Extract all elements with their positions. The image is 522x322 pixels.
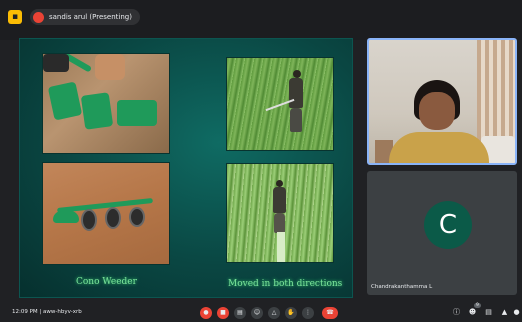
app-icon: ▪ [8,10,22,24]
present-icon[interactable]: △ [268,307,280,319]
slide-photo-cono-weeder [42,162,170,265]
video-tile-presenter[interactable] [367,38,517,165]
slide-caption-left: Cono Weeder [76,277,137,287]
bottom-bar: 12:09 PM | aww-hbyv-xrb ● ■ ▤ ☺ △ ✋ ⋮ ☎ … [0,303,522,322]
slide-photo-field-top [226,57,334,151]
emoji-icon[interactable]: ☺ [251,307,263,319]
presenter-name: sandis arul (Presenting) [49,13,132,21]
camera-off-icon[interactable]: ■ [217,307,229,319]
people-count-badge: 9 [474,303,481,308]
presenter-avatar-icon [33,11,44,23]
shared-slide: Cono Weeder Moved in both directions [19,38,353,298]
meeting-separator: | [39,309,42,315]
end-call-icon[interactable]: ☎ [322,307,338,319]
presenting-chip[interactable]: sandis arul (Presenting) [30,9,140,25]
meeting-time: 12:09 PM [12,309,38,315]
chat-icon[interactable]: ▤ [484,308,493,317]
slide-photo-weeders [42,53,170,154]
top-bar: ▪ sandis arul (Presenting) [0,0,522,40]
video-tile-participant[interactable]: C Chandrakanthamma L [367,171,517,295]
slide-photo-field-bottom [226,163,334,263]
raise-hand-icon[interactable]: ✋ [285,307,297,319]
more-icon[interactable]: ⋮ [302,307,314,319]
meeting-code: aww-hbyv-xrb [43,309,82,315]
participant-name: Chandrakanthamma L [371,284,433,290]
info-icon[interactable]: ⓘ [452,308,461,317]
participant-avatar: C [424,201,472,249]
meeting-info: 12:09 PM | aww-hbyv-xrb [12,309,82,315]
lock-icon[interactable]: ● [512,308,521,317]
activities-icon[interactable]: ▲ [500,308,509,317]
slide-caption-right: Moved in both directions [228,279,343,289]
people-icon[interactable]: ☻ [468,308,477,317]
mic-off-icon[interactable]: ● [200,307,212,319]
captions-icon[interactable]: ▤ [234,307,246,319]
